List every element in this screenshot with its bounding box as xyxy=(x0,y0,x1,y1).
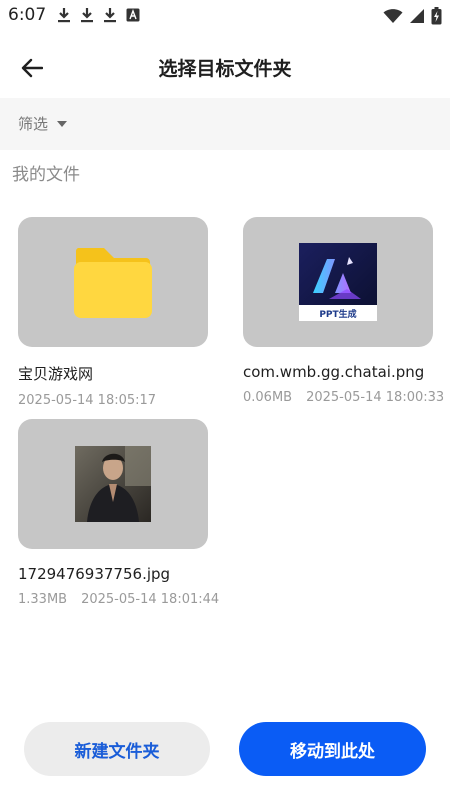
file-item-image[interactable]: PPT生成 com.wmb.gg.chatai.png 0.06MB 2025-… xyxy=(243,217,445,405)
file-name: 1729476937756.jpg xyxy=(18,565,171,583)
status-time: 6:07 xyxy=(8,5,47,25)
file-item-folder[interactable]: 宝贝游戏网 2025-05-14 18:05:17 xyxy=(18,217,218,408)
file-meta: 2025-05-14 18:05:17 xyxy=(18,393,218,408)
file-meta: 1.33MB 2025-05-14 18:01:44 xyxy=(18,592,220,607)
file-thumbnail: PPT生成 xyxy=(243,217,433,347)
file-thumbnail xyxy=(18,217,208,347)
app-notification-icon xyxy=(126,8,140,22)
status-bar: 6:07 xyxy=(0,0,450,30)
page-title: 选择目标文件夹 xyxy=(158,58,292,80)
file-item-photo[interactable]: 1729476937756.jpg 1.33MB 2025-05-14 18:0… xyxy=(18,419,220,607)
file-date: 2025-05-14 18:01:44 xyxy=(81,592,220,607)
new-folder-button[interactable]: 新建文件夹 xyxy=(24,722,210,776)
bottom-action-bar: 新建文件夹 移动到此处 xyxy=(0,720,450,780)
file-name: com.wmb.gg.chatai.png xyxy=(243,363,425,381)
section-title: 我的文件 xyxy=(12,165,80,185)
status-system-icons xyxy=(383,7,442,25)
file-size: 1.33MB xyxy=(18,592,68,607)
photo-thumbnail-icon xyxy=(75,446,151,522)
file-size: 0.06MB xyxy=(243,390,293,405)
wifi-icon xyxy=(383,9,403,23)
download-icon xyxy=(81,8,93,23)
title-bar: 选择目标文件夹 xyxy=(0,38,450,98)
download-icon xyxy=(104,8,116,23)
caret-down-icon xyxy=(57,120,68,127)
file-date: 2025-05-14 18:00:33 xyxy=(306,390,445,405)
move-here-button[interactable]: 移动到此处 xyxy=(239,722,426,776)
app-logo-image-icon: PPT生成 xyxy=(299,243,377,321)
status-notifications xyxy=(57,7,140,23)
file-meta: 0.06MB 2025-05-14 18:00:33 xyxy=(243,390,445,405)
folder-icon xyxy=(74,248,152,318)
file-thumbnail xyxy=(18,419,208,549)
filter-dropdown[interactable]: 筛选 xyxy=(18,113,68,134)
file-date: 2025-05-14 18:05:17 xyxy=(18,393,157,408)
logo-caption: PPT生成 xyxy=(319,308,356,320)
filter-bar: 筛选 xyxy=(0,98,450,150)
file-name: 宝贝游戏网 xyxy=(18,365,94,383)
battery-charging-icon xyxy=(431,7,442,25)
signal-icon xyxy=(410,9,424,23)
filter-label: 筛选 xyxy=(18,115,49,133)
download-icon xyxy=(58,8,70,23)
